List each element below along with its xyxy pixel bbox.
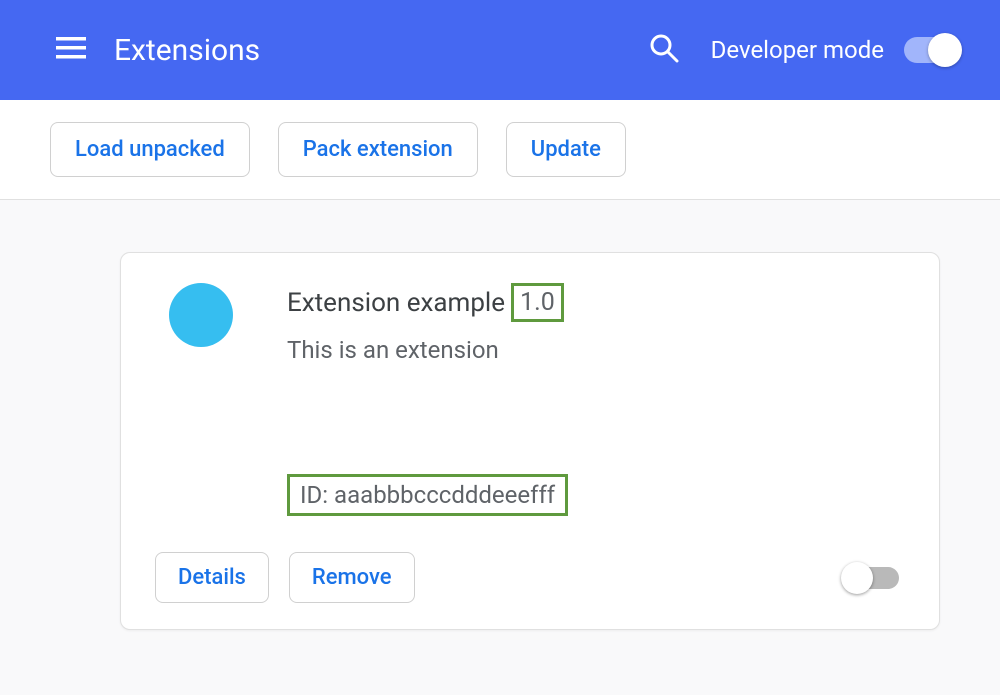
update-button[interactable]: Update bbox=[506, 122, 626, 177]
page-title: Extensions bbox=[114, 33, 649, 68]
extension-icon bbox=[169, 283, 233, 347]
pack-extension-button[interactable]: Pack extension bbox=[278, 122, 478, 177]
extension-id: ID: aaabbbcccdddeeefff bbox=[287, 474, 568, 516]
load-unpacked-button[interactable]: Load unpacked bbox=[50, 122, 250, 177]
extension-id-row: ID: aaabbbcccdddeeefff bbox=[287, 474, 905, 516]
extension-header: Extension example 1.0 This is an extensi… bbox=[155, 283, 905, 364]
developer-mode-toggle[interactable] bbox=[904, 37, 960, 63]
toolbar: Load unpacked Pack extension Update bbox=[0, 100, 1000, 200]
remove-button[interactable]: Remove bbox=[289, 552, 415, 603]
developer-mode-label: Developer mode bbox=[711, 36, 884, 64]
extension-actions: Details Remove bbox=[155, 552, 905, 603]
extension-name: Extension example bbox=[287, 288, 505, 318]
extension-info: Extension example 1.0 This is an extensi… bbox=[287, 283, 905, 364]
extension-card: Extension example 1.0 This is an extensi… bbox=[120, 252, 940, 630]
menu-icon[interactable] bbox=[56, 37, 86, 63]
content-area: Extension example 1.0 This is an extensi… bbox=[0, 200, 1000, 695]
extension-title-row: Extension example 1.0 bbox=[287, 283, 905, 322]
extension-description: This is an extension bbox=[287, 336, 905, 364]
details-button[interactable]: Details bbox=[155, 552, 269, 603]
extension-version: 1.0 bbox=[511, 283, 564, 322]
search-icon[interactable] bbox=[649, 33, 679, 67]
extension-enable-toggle[interactable] bbox=[845, 567, 899, 589]
toggle-knob bbox=[928, 33, 962, 67]
toggle-knob bbox=[841, 562, 873, 594]
header-bar: Extensions Developer mode bbox=[0, 0, 1000, 100]
